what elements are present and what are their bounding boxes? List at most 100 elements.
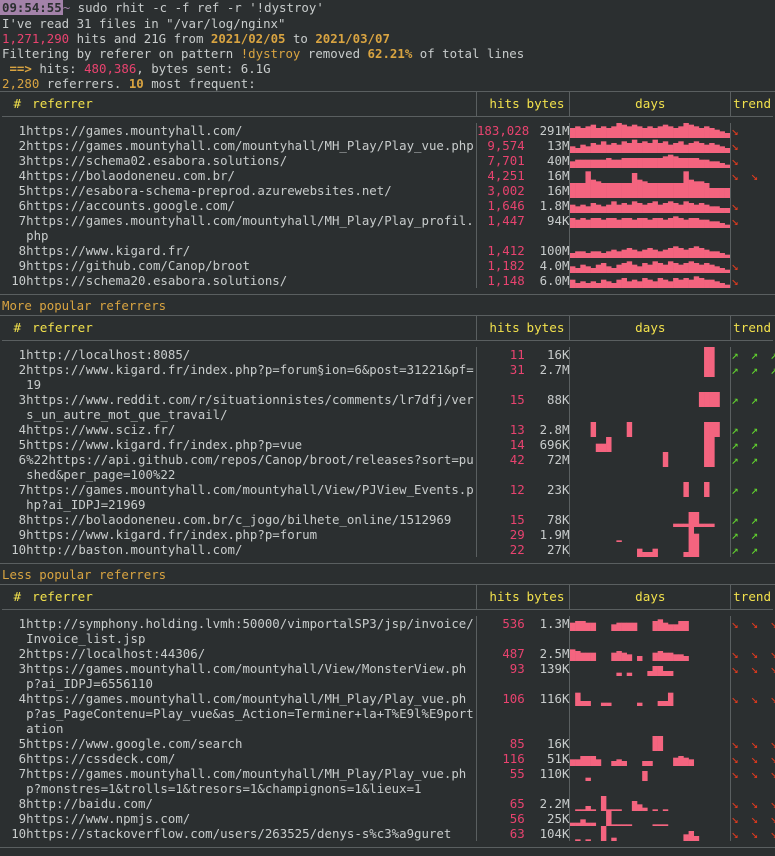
table-row[interactable]: 5 https://www.google.com/search 85 16K ↘ ↘ ↘ xyxy=(2,736,775,751)
table-row[interactable]: 4 https://bolaodoneneu.com.br/4,251 16M ↘ ↘ xyxy=(2,168,773,183)
column-header-bytes[interactable]: bytes xyxy=(524,585,571,610)
days-sparkline xyxy=(673,512,716,527)
cell-referrer[interactable]: https://www.sciz.fr/ xyxy=(26,422,477,437)
cell-referrer[interactable]: https://games.mountyhall.com/mountyhall/… xyxy=(26,213,477,243)
column-header-index[interactable]: # xyxy=(2,92,27,117)
filter-pattern: !dystroy xyxy=(240,46,301,61)
table-row[interactable]: 7 https://games.mountyhall.com/mountyhall… xyxy=(2,482,773,512)
table-row[interactable]: 4 https://games.mountyhall.com/mountyhall… xyxy=(2,691,775,736)
column-header-bytes[interactable]: bytes xyxy=(524,92,571,117)
table-row[interactable]: 5 https://www.kigard.fr/index.php?p=vue 14… xyxy=(2,437,773,452)
cell-referrer[interactable]: https://games.mountyhall.com/ xyxy=(26,123,477,138)
days-sparkline xyxy=(575,826,700,841)
cell-bytes: 1.9M xyxy=(524,527,571,542)
cell-referrer[interactable]: https://www.kigard.fr/index.php?p=forum§… xyxy=(26,362,477,392)
column-header-hits[interactable]: hits xyxy=(476,585,525,610)
days-sparkline xyxy=(637,542,700,557)
cell-referrer[interactable]: http://baidu.com/ xyxy=(26,796,477,811)
table-row[interactable]: 9 https://github.com/Canop/broot 1,182 4.0M… xyxy=(2,258,773,273)
table-row[interactable]: 6 https://accounts.google.com/1,646 1.8M ↘ xyxy=(2,198,773,213)
cell-referrer[interactable]: https://schema20.esabora.solutions/ xyxy=(26,273,477,288)
column-header-referrer[interactable]: referrer xyxy=(26,585,477,610)
table-row[interactable]: 9 https://www.kigard.fr/index.php?p=forum… xyxy=(2,527,773,542)
trend-down-icon: ↘ xyxy=(770,751,775,766)
cell-referrer[interactable]: https://stackoverflow.com/users/263525/d… xyxy=(26,826,477,841)
table-row[interactable]: 9 https://www.npmjs.com/56 25K ↘ ↘ ↘ xyxy=(2,811,775,826)
cell-referrer[interactable]: https://www.kigard.fr/index.php?p=vue xyxy=(26,437,477,452)
column-header-referrer[interactable]: referrer xyxy=(26,316,477,341)
table-row[interactable]: 10 https://schema20.esabora.solutions/1,1… xyxy=(2,273,773,288)
cell-index: 2 xyxy=(18,138,27,153)
days-sparkline xyxy=(616,527,700,542)
column-header-days[interactable]: days xyxy=(569,92,732,117)
cell-index: 9 xyxy=(18,527,27,542)
table-row[interactable]: 2 https://games.mountyhall.com/mountyhall… xyxy=(2,138,773,153)
cell-hits: 29 xyxy=(509,527,525,542)
column-header-index[interactable]: # xyxy=(2,585,27,610)
column-header-trend[interactable]: trend xyxy=(730,316,773,341)
cell-referrer[interactable]: https://www.google.com/search xyxy=(26,736,477,751)
table-row[interactable]: 7 https://games.mountyhall.com/mountyhall… xyxy=(2,213,773,243)
column-header-hits[interactable]: hits xyxy=(476,316,525,341)
table-row[interactable]: 3 https://games.mountyhall.com/mountyhall… xyxy=(2,661,775,691)
cell-referrer[interactable]: https://github.com/Canop/broot xyxy=(26,258,477,273)
cell-referrer[interactable]: https://games.mountyhall.com/mountyhall/… xyxy=(26,691,477,736)
cell-referrer[interactable]: https://localhost:44306/ xyxy=(26,646,477,661)
column-header-trend[interactable]: trend xyxy=(730,92,773,117)
column-header-days[interactable]: days xyxy=(569,585,732,610)
days-sparkline xyxy=(663,452,716,467)
column-header-hits[interactable]: hits xyxy=(476,92,525,117)
cell-referrer[interactable]: https://cssdeck.com/ xyxy=(26,751,477,766)
cell-referrer[interactable]: https://www.kigard.fr/ xyxy=(26,243,477,258)
column-header-days[interactable]: days xyxy=(569,316,732,341)
hits-summary-line: 1,271,290 hits and 21G from 2021/02/05 t… xyxy=(0,31,775,46)
table-row[interactable]: 2 https://localhost:44306/487 2.5M ↘ ↘ ↘ xyxy=(2,646,775,661)
cell-referrer[interactable]: http://baston.mountyhall.com/ xyxy=(26,542,477,557)
table-row[interactable]: 3 https://www.reddit.com/r/situationniste… xyxy=(2,392,773,422)
cell-referrer[interactable]: https://bolaodoneneu.com.br/ xyxy=(26,168,477,183)
table-row[interactable]: 6 https://cssdeck.com/116 51K ↘ ↘ ↘ xyxy=(2,751,775,766)
cell-referrer[interactable]: https://www.kigard.fr/index.php?p=forum xyxy=(26,527,477,542)
table-row[interactable]: 8 https://www.kigard.fr/1,412 100M xyxy=(2,243,773,258)
table-row[interactable]: 1 https://games.mountyhall.com/183,028 291… xyxy=(2,123,773,138)
cell-referrer[interactable]: http://symphony.holding.lvmh:50000/vimpo… xyxy=(26,616,477,646)
cell-referrer[interactable]: https://games.mountyhall.com/mountyhall/… xyxy=(26,661,477,691)
cell-referrer[interactable]: https://games.mountyhall.com/mountyhall/… xyxy=(26,766,477,796)
trend-up-icon: ↗ xyxy=(731,542,739,557)
table-row[interactable]: 1 http://symphony.holding.lvmh:50000/vimp… xyxy=(2,616,775,646)
cell-referrer[interactable]: http://localhost:8085/ xyxy=(26,347,477,362)
table-row[interactable]: 8 http://baidu.com/65 2.2M ↘ ↘ ↘ xyxy=(2,796,775,811)
column-header-bytes[interactable]: bytes xyxy=(524,316,571,341)
cell-referrer[interactable]: https://www.npmjs.com/ xyxy=(26,811,477,826)
cell-trend: ↗ ↗ xyxy=(731,482,773,512)
cell-referrer[interactable]: %22https://api.github.com/repos/Canop/br… xyxy=(26,452,477,482)
trend-up-icon: ↗ xyxy=(731,362,739,377)
table-row[interactable]: 1 http://localhost:8085/11 16K ↗ ↗ ↗ xyxy=(2,347,775,362)
table-row[interactable]: 4 https://www.sciz.fr/13 2.8M ↗ ↗ xyxy=(2,422,773,437)
trend-down-icon: ↘ xyxy=(770,736,775,751)
cell-referrer[interactable]: https://bolaodoneneu.com.br/c_jogo/bilhe… xyxy=(26,512,477,527)
cell-referrer[interactable]: https://schema02.esabora.solutions/ xyxy=(26,153,477,168)
column-header-referrer[interactable]: referrer xyxy=(26,92,477,117)
days-sparkline xyxy=(616,666,674,676)
filter-prefix: Filtering by referer on pattern xyxy=(2,46,241,61)
cell-referrer[interactable]: https://esabora-schema-preprod.azurewebs… xyxy=(26,183,477,198)
table-row[interactable]: 3 https://schema02.esabora.solutions/7,70… xyxy=(2,153,773,168)
cell-referrer[interactable]: https://games.mountyhall.com/mountyhall/… xyxy=(26,138,477,153)
cell-referrer[interactable]: https://www.reddit.com/r/situationnistes… xyxy=(26,392,477,422)
table-row[interactable]: 10 http://baston.mountyhall.com/22 27K ↗ ↗ xyxy=(2,542,773,557)
table-row[interactable]: 8 https://bolaodoneneu.com.br/c_jogo/bilh… xyxy=(2,512,773,527)
column-header-index[interactable]: # xyxy=(2,316,27,341)
table-row[interactable]: 10 https://stackoverflow.com/users/263525… xyxy=(2,826,775,841)
table-row[interactable]: 7 https://games.mountyhall.com/mountyhall… xyxy=(2,766,775,796)
column-header-trend[interactable]: trend xyxy=(730,585,773,610)
cell-hits: 487 xyxy=(502,646,525,661)
cell-bytes: 2.2M xyxy=(524,796,571,811)
cell-referrer[interactable]: https://games.mountyhall.com/mountyhall/… xyxy=(26,482,477,512)
cell-hits: 15 xyxy=(509,512,525,527)
table-row[interactable]: 5 https://esabora-schema-preprod.azureweb… xyxy=(2,183,773,198)
table-row[interactable]: 2 https://www.kigard.fr/index.php?p=forum… xyxy=(2,362,775,392)
days-sparkline xyxy=(570,154,731,168)
table-row[interactable]: 6 %22https://api.github.com/repos/Canop/b… xyxy=(2,452,773,482)
cell-referrer[interactable]: https://accounts.google.com/ xyxy=(26,198,477,213)
